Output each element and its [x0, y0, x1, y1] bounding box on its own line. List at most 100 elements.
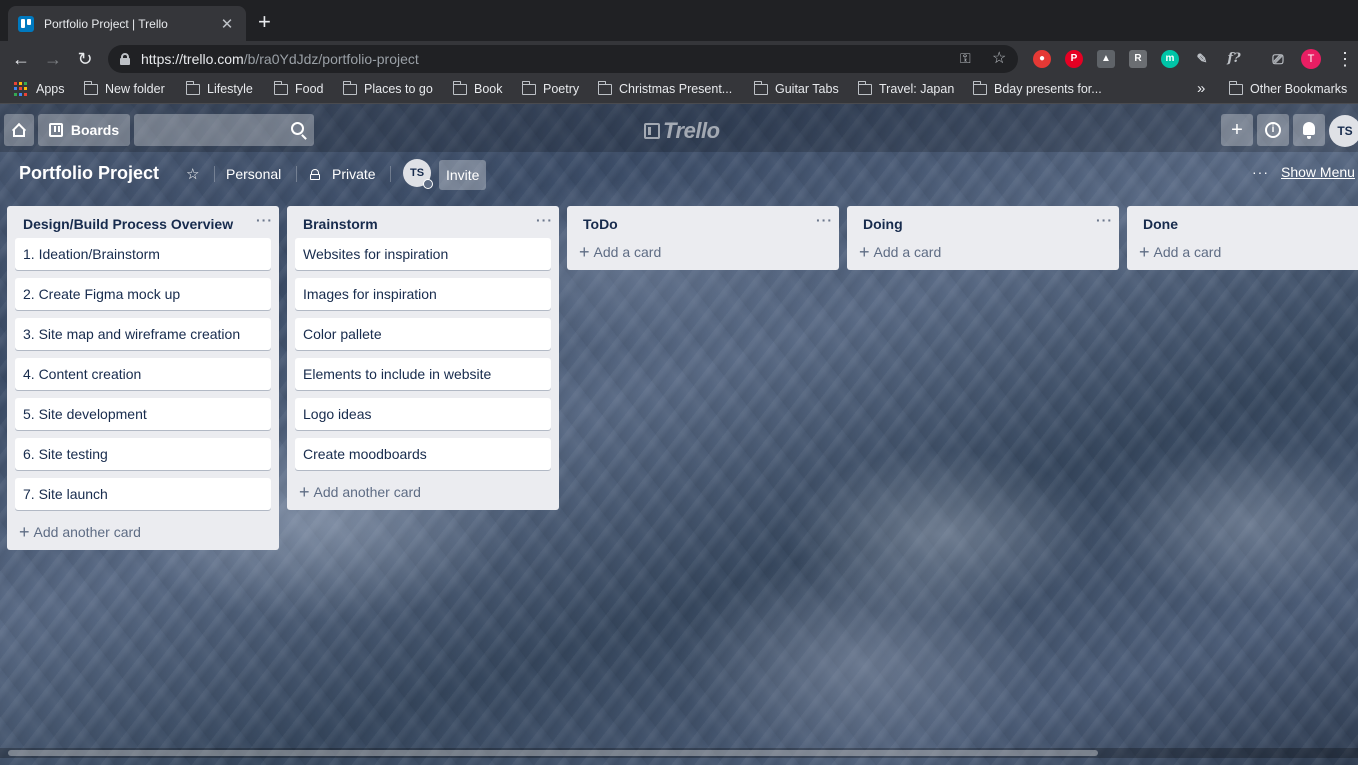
close-tab-icon[interactable]: ✕ [218, 15, 236, 33]
team-button[interactable]: Personal [220, 160, 287, 188]
trello-favicon-icon [18, 15, 34, 32]
add-card-label: Add another card [313, 484, 421, 500]
bookmark-folder[interactable]: Guitar Tabs [753, 80, 839, 96]
user-avatar[interactable]: TS [1329, 115, 1358, 147]
card[interactable]: Elements to include in website [295, 358, 551, 390]
list-menu-ellipsis-icon[interactable]: ··· [256, 212, 273, 228]
browser-tabstrip: Portfolio Project | Trello ✕ + [0, 0, 1358, 41]
list-title[interactable]: Brainstorm [295, 206, 551, 238]
bookmark-folder[interactable]: Lifestyle [185, 80, 253, 96]
bookmark-folder[interactable]: Book [452, 80, 503, 96]
search-input[interactable] [134, 114, 314, 146]
horizontal-scrollbar[interactable] [0, 748, 1358, 758]
pinterest-icon[interactable]: P [1065, 50, 1083, 68]
list-title[interactable]: Done [1135, 206, 1358, 238]
card[interactable]: Images for inspiration [295, 278, 551, 310]
home-button[interactable] [4, 114, 34, 146]
bookmark-folder[interactable]: Bday presents for... [972, 80, 1102, 96]
folder-icon [342, 80, 357, 95]
board-title[interactable]: Portfolio Project [19, 163, 159, 184]
bookmark-label: Bday presents for... [994, 82, 1102, 96]
card[interactable]: 7. Site launch [15, 478, 271, 510]
member-initials: TS [409, 167, 425, 179]
create-plus-icon[interactable]: + [1221, 114, 1253, 146]
card[interactable]: 4. Content creation [15, 358, 271, 390]
card[interactable]: Create moodboards [295, 438, 551, 470]
scrollbar-thumb[interactable] [8, 750, 1098, 756]
extension-icon[interactable]: ● [1033, 50, 1051, 68]
browser-menu-icon[interactable]: ⋮ [1336, 49, 1354, 69]
card[interactable]: 2. Create Figma mock up [15, 278, 271, 310]
bookmark-folder[interactable]: Food [273, 80, 324, 96]
add-card-label: Add a card [873, 244, 942, 260]
info-button[interactable]: i [1257, 114, 1289, 146]
add-card-button[interactable]: + Add another card [15, 518, 271, 550]
divider [390, 166, 391, 182]
tab-title: Portfolio Project | Trello [44, 16, 168, 31]
card[interactable]: 5. Site development [15, 398, 271, 430]
bookmark-star-icon[interactable]: ☆ [992, 48, 1006, 68]
bookmark-folder[interactable]: Travel: Japan [857, 80, 954, 96]
star-board-button[interactable]: ☆ [180, 160, 205, 188]
profile-avatar[interactable]: T [1301, 49, 1321, 69]
bookmark-apps[interactable]: Apps [14, 82, 65, 96]
new-tab-icon[interactable]: + [258, 11, 271, 33]
card[interactable]: Websites for inspiration [295, 238, 551, 270]
drive-icon[interactable]: ▲ [1097, 50, 1115, 68]
list-menu-ellipsis-icon[interactable]: ··· [1096, 212, 1113, 228]
add-card-button[interactable]: + Add a card [575, 238, 831, 270]
folder-icon [83, 80, 98, 95]
show-menu-label: Show Menu [1281, 164, 1355, 180]
add-card-label: Add a card [1153, 244, 1222, 260]
other-bookmarks[interactable]: Other Bookmarks [1228, 80, 1347, 96]
back-arrow-icon[interactable]: ← [10, 48, 32, 70]
show-menu-button[interactable]: ··· Show Menu [1252, 164, 1355, 180]
address-bar[interactable]: https://trello.com/b/ra0YdJdz/portfolio-… [108, 45, 1018, 73]
card[interactable]: Color pallete [295, 318, 551, 350]
bookmark-label: Lifestyle [207, 82, 253, 96]
notifications-button[interactable] [1293, 114, 1325, 146]
add-card-button[interactable]: + Add a card [855, 238, 1111, 270]
folder-icon [972, 80, 987, 95]
card[interactable]: Logo ideas [295, 398, 551, 430]
bookmark-folder[interactable]: Places to go [342, 80, 433, 96]
search-icon[interactable] [291, 122, 304, 135]
reload-icon[interactable]: ↻ [74, 48, 96, 70]
list-menu-ellipsis-icon[interactable]: ··· [816, 212, 833, 228]
bookmark-label: Guitar Tabs [775, 82, 839, 96]
bookmark-label: Poetry [543, 82, 580, 96]
cast-icon[interactable]: ⎚ [1269, 50, 1287, 68]
list-title[interactable]: Doing [855, 206, 1111, 238]
folder-icon [597, 80, 612, 95]
card[interactable]: 3. Site map and wireframe creation [15, 318, 271, 350]
board-member-avatar[interactable]: TS [403, 159, 433, 189]
more-bookmarks-chevron-icon[interactable]: » [1197, 80, 1205, 97]
card[interactable]: 1. Ideation/Brainstorm [15, 238, 271, 270]
folder-icon [273, 80, 288, 95]
pen-icon[interactable]: ✎ [1193, 50, 1211, 68]
boards-button[interactable]: Boards [38, 114, 130, 146]
folder-icon [1228, 80, 1243, 95]
list-title[interactable]: ToDo [575, 206, 831, 238]
browser-tab[interactable]: Portfolio Project | Trello ✕ [8, 6, 246, 41]
bookmark-label: Apps [36, 82, 65, 96]
extension-icon[interactable]: m [1161, 50, 1179, 68]
bookmark-folder[interactable]: Christmas Present... [597, 80, 732, 96]
invite-button[interactable]: Invite [439, 160, 487, 190]
browser-toolbar: ← → ↻ https://trello.com/b/ra0YdJdz/port… [0, 41, 1358, 77]
add-card-button[interactable]: + Add another card [295, 478, 551, 510]
formula-icon[interactable]: f? [1225, 50, 1243, 68]
bookmark-folder[interactable]: Poetry [521, 80, 580, 96]
add-card-button[interactable]: + Add a card [1135, 238, 1358, 270]
visibility-button[interactable]: Private [304, 160, 382, 188]
list-title[interactable]: Design/Build Process Overview [15, 206, 271, 238]
bookmark-folder[interactable]: New folder [83, 80, 165, 96]
card[interactable]: 6. Site testing [15, 438, 271, 470]
list-menu-ellipsis-icon[interactable]: ··· [536, 212, 553, 228]
add-card-label: Add another card [33, 524, 141, 540]
trello-logo[interactable]: Trello [644, 118, 720, 144]
invite-label: Invite [446, 167, 480, 183]
key-icon[interactable]: ⚿ [960, 50, 971, 67]
extension-icon[interactable]: R [1129, 50, 1147, 68]
forward-arrow-icon[interactable]: → [42, 48, 64, 70]
